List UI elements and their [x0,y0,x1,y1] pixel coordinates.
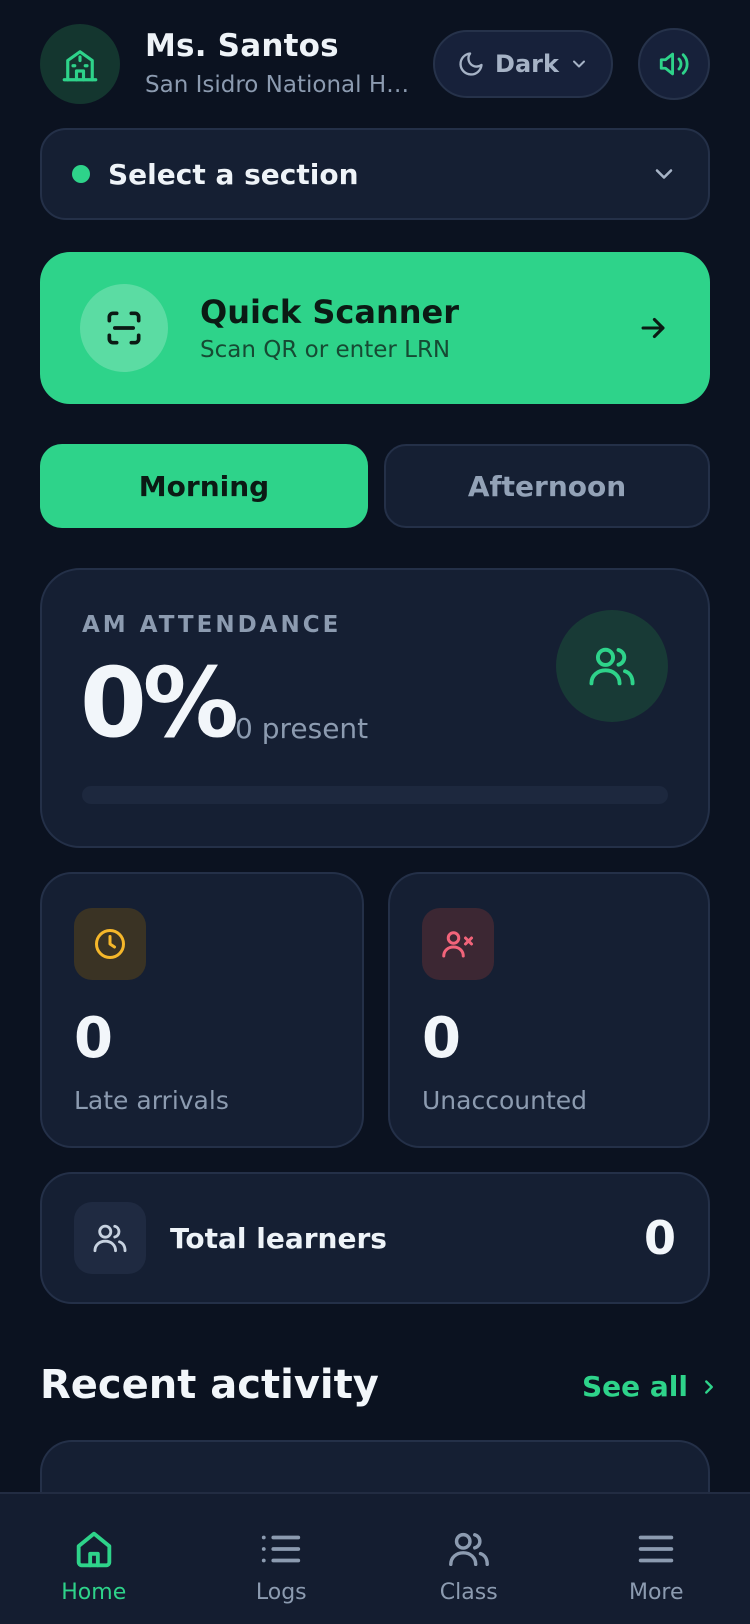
bottom-nav: Home Logs Class More [0,1492,750,1624]
tab-morning[interactable]: Morning [40,444,368,528]
nav-home[interactable]: Home [0,1494,188,1624]
scanner-title: Quick Scanner [200,293,459,331]
menu-icon [639,1535,674,1563]
nav-logs-label: Logs [255,1580,307,1605]
see-all-label: See all [582,1370,688,1403]
nav-logs[interactable]: Logs [188,1494,376,1624]
tab-afternoon[interactable]: Afternoon [384,444,710,528]
teacher-name: Ms. Santos [145,28,339,64]
quick-scanner-button[interactable]: Quick Scanner Scan QR or enter LRN [40,252,710,404]
section-select[interactable]: Select a section [40,128,710,220]
theme-toggle-button[interactable]: Dark [433,30,613,98]
nav-more-label: More [628,1580,684,1605]
users-icon [448,1532,489,1567]
recent-activity-title: Recent activity [40,1362,379,1408]
list-icon [262,1535,301,1563]
nav-home-label: Home [61,1580,127,1605]
late-arrivals-label: Late arrivals [74,1086,229,1115]
clock-icon [74,908,146,980]
sound-toggle-button[interactable] [638,28,710,100]
late-arrivals-card[interactable]: 0 Late arrivals [40,872,364,1148]
attendance-label: AM ATTENDANCE [82,612,342,638]
attendance-present-count: 0 present [235,712,369,745]
see-all-link[interactable]: See all [582,1370,720,1403]
school-icon [40,24,120,104]
unaccounted-card[interactable]: 0 Unaccounted [388,872,710,1148]
arrow-right-icon [641,317,665,339]
nav-more[interactable]: More [563,1494,750,1624]
attendance-progress-bar [82,786,668,804]
users-icon [74,1202,146,1274]
total-learners-card[interactable]: Total learners 0 [40,1172,710,1304]
attendance-percent: 0% [80,647,239,759]
chevron-right-icon [705,1379,713,1394]
section-select-label: Select a section [108,157,359,191]
nav-class-label: Class [439,1580,498,1605]
total-learners-label: Total learners [170,1221,387,1255]
speaker-icon [659,52,689,76]
status-dot [72,165,90,183]
chevron-down-icon [572,60,585,68]
scanner-subtitle: Scan QR or enter LRN [200,337,451,363]
unaccounted-value: 0 [422,1006,461,1071]
total-learners-value: 0 [643,1211,676,1265]
user-x-icon [422,908,494,980]
late-arrivals-value: 0 [74,1006,113,1071]
school-name: San Isidro National Hi... [145,72,410,98]
nav-class[interactable]: Class [375,1494,563,1624]
theme-label: Dark [495,50,559,78]
unaccounted-label: Unaccounted [422,1086,587,1115]
home-icon [76,1531,112,1568]
users-icon [556,610,668,722]
moon-icon [459,52,483,76]
chevron-down-icon [655,169,673,179]
scan-icon [80,284,168,372]
